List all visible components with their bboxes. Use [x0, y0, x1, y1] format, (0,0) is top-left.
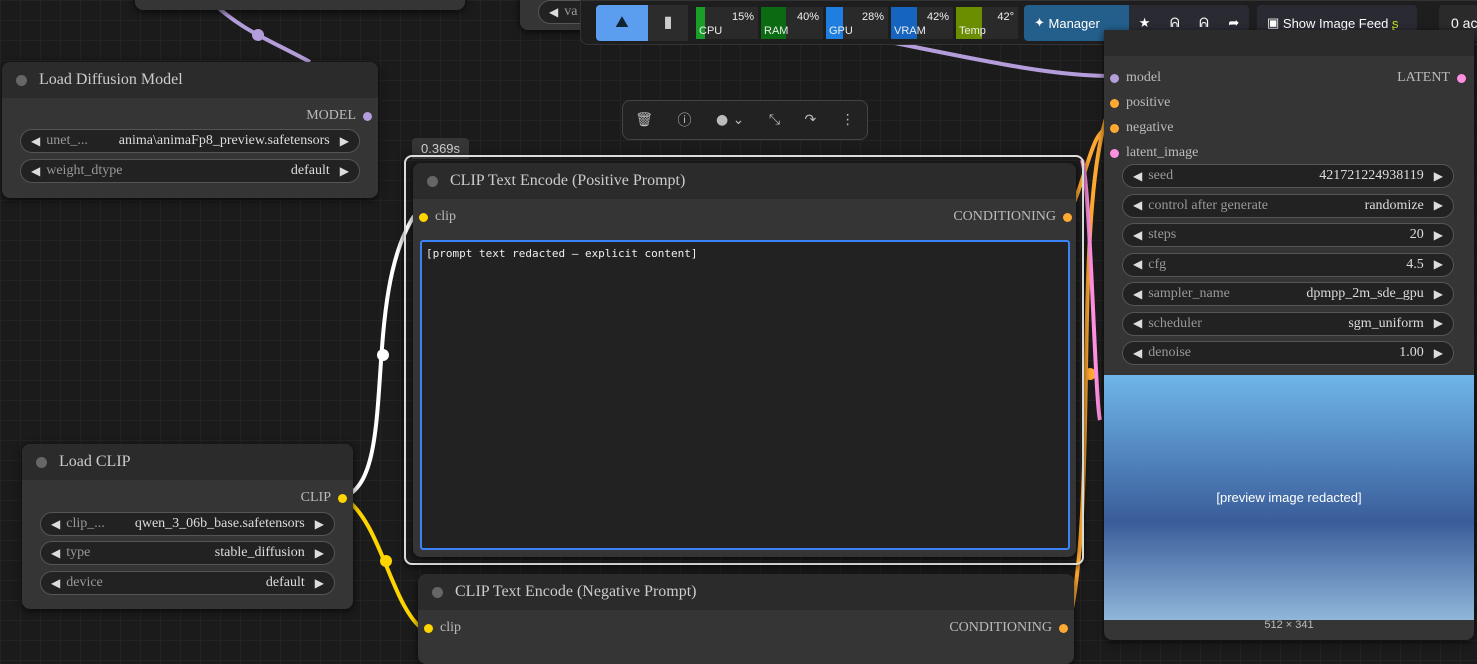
comfy-logo-button[interactable]: ⛰: [596, 5, 648, 41]
image-size-label: 512 × 341: [1264, 619, 1314, 631]
offscreen-node: [135, 0, 465, 10]
clip-text-encode-positive-node[interactable]: CLIP Text Encode (Positive Prompt) clip …: [413, 163, 1076, 557]
monitor-value: 28%: [861, 11, 884, 23]
monitor-cpu: CPU 15%: [696, 7, 758, 39]
clip-input-dot[interactable]: [419, 212, 428, 222]
selection-toolbox: 🗑 ⓘ ● ⌄ ⤡ ↷ ⋮: [622, 100, 868, 140]
input-label: positive: [1126, 95, 1171, 110]
node-title: CLIP Text Encode (Negative Prompt): [455, 583, 697, 600]
input-dot[interactable]: [1110, 98, 1119, 108]
steps-widget[interactable]: ◀ steps 20 ▶: [1122, 223, 1454, 247]
star-icon[interactable]: ★: [1139, 15, 1151, 31]
prompt-textarea[interactable]: [prompt text redacted — explicit content…: [420, 240, 1070, 550]
node-title: Load CLIP: [59, 453, 131, 470]
input-label: latent_image: [1126, 145, 1199, 160]
scheduler-widget[interactable]: ◀ scheduler sgm_uniform ▶: [1122, 311, 1454, 336]
node-title-bar: [1104, 30, 1474, 56]
device-widget[interactable]: ◀ device default ▶: [40, 571, 335, 595]
type-widget[interactable]: ◀ type stable_diffusion ▶: [40, 541, 335, 565]
monitor-temp: Temp 42°: [956, 7, 1018, 39]
input-dot[interactable]: [1110, 148, 1119, 158]
model-output-dot[interactable]: [363, 111, 372, 121]
unet-name-widget[interactable]: ◀ unet_... anima\animaFp8_preview.safetens…: [20, 129, 360, 153]
input-dot[interactable]: [1110, 73, 1119, 83]
output-label: LATENT: [1397, 70, 1450, 85]
monitor-name: VRAM: [894, 25, 926, 37]
clip-output-dot[interactable]: [338, 493, 347, 503]
denoise-widget[interactable]: ◀ denoise 1.00 ▶: [1122, 341, 1454, 365]
collapse-icon[interactable]: ⤡: [769, 112, 780, 128]
input-label: clip: [440, 620, 461, 635]
input-label: model: [1126, 70, 1161, 85]
input-dot[interactable]: [1110, 123, 1119, 133]
puzzle-icon: ✦: [1034, 15, 1049, 30]
cfg-widget[interactable]: ◀ cfg 4.5 ▶: [1122, 252, 1454, 277]
node-title: Load Diffusion Model: [39, 71, 183, 88]
monitor-name: Temp: [959, 25, 986, 37]
weight-dtype-widget[interactable]: ◀ weight_dtype default ▶: [20, 159, 360, 183]
input-label: negative: [1126, 120, 1174, 135]
ksampler-node[interactable]: model positive negative latent_image LAT…: [1104, 30, 1474, 640]
clip-name-widget[interactable]: ◀ clip_... qwen_3_06b_base.safetensors ▶: [40, 512, 335, 536]
control-after-generate-widget[interactable]: ◀ control after generate randomize ▶: [1122, 193, 1454, 218]
input-model[interactable]: model: [1110, 70, 1161, 86]
latent-output-dot[interactable]: [1457, 73, 1466, 83]
conditioning-output-dot[interactable]: [1063, 212, 1072, 222]
output-label: CONDITIONING: [949, 620, 1052, 635]
color-picker-icon[interactable]: ● ⌄: [716, 112, 744, 128]
monitor-ram: RAM 40%: [761, 7, 823, 39]
trash-icon[interactable]: 🗑: [635, 112, 653, 128]
monitor-gpu: GPU 28%: [826, 7, 888, 39]
conditioning-output-dot[interactable]: [1059, 623, 1068, 633]
input-negative[interactable]: negative: [1110, 120, 1173, 136]
monitor-name: RAM: [764, 25, 789, 37]
monitor-name: GPU: [829, 25, 853, 37]
load-clip-node[interactable]: Load CLIP CLIP ◀ clip_... qwen_3_06b_base.…: [22, 444, 353, 609]
input-label: clip: [435, 209, 456, 224]
clip-text-encode-negative-node[interactable]: CLIP Text Encode (Negative Prompt) clip …: [418, 574, 1074, 664]
output-label: MODEL: [306, 108, 356, 123]
monitor-value: 40%: [796, 11, 819, 23]
bypass-icon[interactable]: ↷: [805, 112, 817, 128]
output-label: CONDITIONING: [953, 209, 1056, 224]
seed-widget[interactable]: ◀ seed 421721224938119 ▶: [1122, 164, 1454, 188]
image-feed-icon: ▣: [1267, 15, 1283, 30]
model-icon[interactable]: ᕱ: [1170, 15, 1180, 31]
monitor-value: 42°: [997, 11, 1014, 23]
snake-icon: ʂ: [1388, 15, 1399, 31]
info-icon[interactable]: ⓘ: [677, 110, 691, 130]
input-positive[interactable]: positive: [1110, 95, 1170, 111]
node-title: CLIP Text Encode (Positive Prompt): [450, 172, 686, 189]
more-icon[interactable]: ⋮: [841, 112, 855, 128]
output-label: CLIP: [300, 490, 331, 505]
share-icon[interactable]: ➦: [1228, 15, 1239, 31]
monitor-value: 42%: [926, 11, 949, 23]
sampler-name-widget[interactable]: ◀ sampler_name dpmpp_2m_sde_gpu ▶: [1122, 282, 1454, 306]
clip-input-dot[interactable]: [424, 623, 433, 633]
monitor-vram: VRAM 42%: [891, 7, 953, 39]
monitor-name: CPU: [699, 25, 723, 37]
preview-image[interactable]: [preview image redacted]: [1104, 375, 1474, 620]
model-icon-2[interactable]: ᕱ: [1199, 15, 1209, 31]
bookmark-icon[interactable]: ▮: [648, 5, 688, 41]
load-diffusion-model-node[interactable]: Load Diffusion Model MODEL ◀ unet_... anim…: [2, 62, 378, 198]
input-latent_image[interactable]: latent_image: [1110, 145, 1198, 161]
monitor-value: 15%: [731, 11, 754, 23]
